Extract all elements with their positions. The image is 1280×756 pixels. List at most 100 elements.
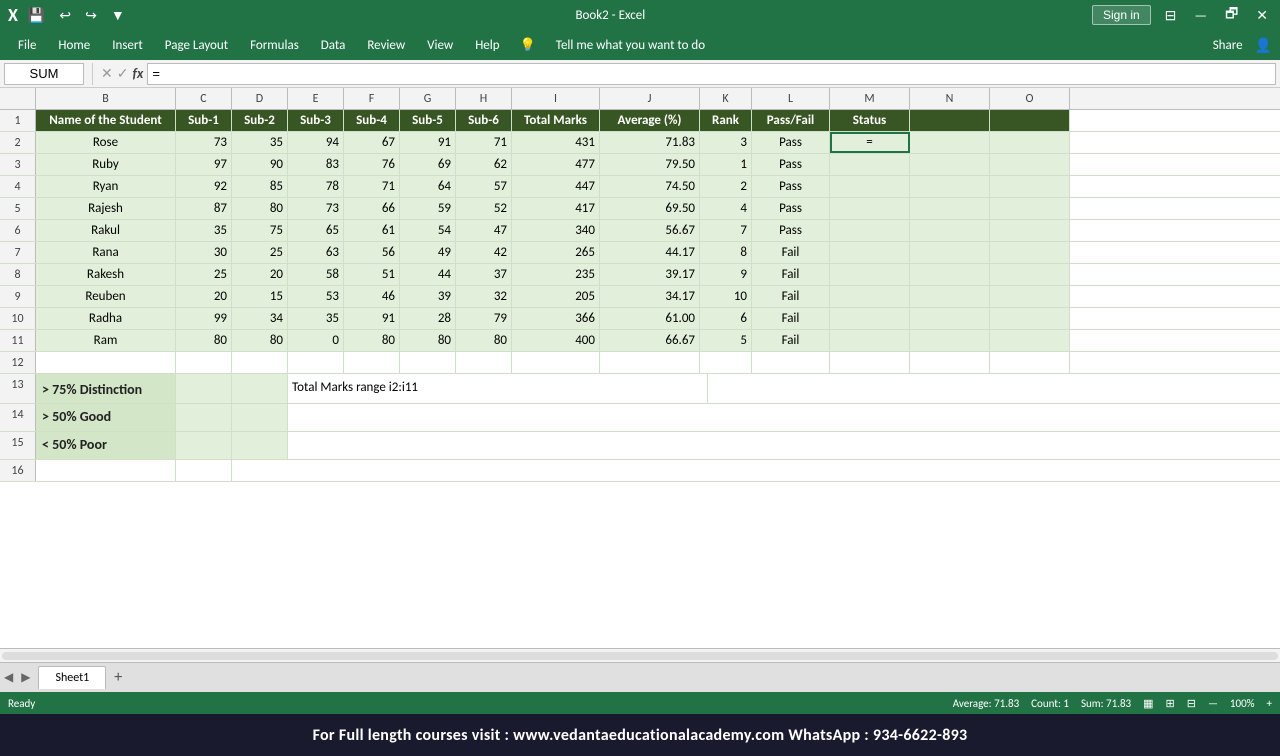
cell-i2[interactable]: 431 bbox=[512, 132, 600, 153]
cell-m11[interactable] bbox=[830, 330, 910, 351]
cell-l7[interactable]: Fail bbox=[752, 242, 830, 263]
cell-m10[interactable] bbox=[830, 308, 910, 329]
cell-b7[interactable]: Rana bbox=[36, 242, 176, 263]
cell-b6[interactable]: Rakul bbox=[36, 220, 176, 241]
cell-e1[interactable]: Sub-3 bbox=[288, 110, 344, 131]
cell-c6[interactable]: 35 bbox=[176, 220, 232, 241]
cell-e5[interactable]: 73 bbox=[288, 198, 344, 219]
cell-i5[interactable]: 417 bbox=[512, 198, 600, 219]
cell-l3[interactable]: Pass bbox=[752, 154, 830, 175]
cell-c11[interactable]: 80 bbox=[176, 330, 232, 351]
cell-j8[interactable]: 39.17 bbox=[600, 264, 700, 285]
cell-l9[interactable]: Fail bbox=[752, 286, 830, 307]
formula-confirm-icon[interactable]: ✓ bbox=[117, 65, 129, 82]
cell-o9[interactable] bbox=[990, 286, 1070, 307]
cell-f2[interactable]: 67 bbox=[344, 132, 400, 153]
cell-e2[interactable]: 94 bbox=[288, 132, 344, 153]
cell-b5[interactable]: Rajesh bbox=[36, 198, 176, 219]
cell-o12[interactable] bbox=[990, 352, 1070, 373]
cell-k11[interactable]: 5 bbox=[700, 330, 752, 351]
tab-nav-right[interactable]: ▶ bbox=[21, 670, 30, 685]
cell-g3[interactable]: 69 bbox=[400, 154, 456, 175]
cell-k12[interactable] bbox=[700, 352, 752, 373]
menu-help[interactable]: Help bbox=[465, 34, 509, 57]
menu-review[interactable]: Review bbox=[357, 34, 415, 57]
cell-l8[interactable]: Fail bbox=[752, 264, 830, 285]
cell-k4[interactable]: 2 bbox=[700, 176, 752, 197]
cell-b2[interactable]: Rose bbox=[36, 132, 176, 153]
col-header-h[interactable]: H bbox=[456, 88, 512, 109]
cell-g4[interactable]: 64 bbox=[400, 176, 456, 197]
cell-d4[interactable]: 85 bbox=[232, 176, 288, 197]
cell-l5[interactable]: Pass bbox=[752, 198, 830, 219]
col-header-j[interactable]: J bbox=[600, 88, 700, 109]
cell-k9[interactable]: 10 bbox=[700, 286, 752, 307]
cell-m9[interactable] bbox=[830, 286, 910, 307]
formula-fx-icon[interactable]: fx bbox=[132, 65, 143, 82]
cell-o11[interactable] bbox=[990, 330, 1070, 351]
cell-h6[interactable]: 47 bbox=[456, 220, 512, 241]
cell-g1[interactable]: Sub-5 bbox=[400, 110, 456, 131]
cell-c2[interactable]: 73 bbox=[176, 132, 232, 153]
cell-o1[interactable] bbox=[990, 110, 1070, 131]
cell-e6[interactable]: 65 bbox=[288, 220, 344, 241]
cell-i12[interactable] bbox=[512, 352, 600, 373]
menu-home[interactable]: Home bbox=[48, 34, 100, 57]
cell-j1[interactable]: Average (%) bbox=[600, 110, 700, 131]
cell-c8[interactable]: 25 bbox=[176, 264, 232, 285]
cell-c1[interactable]: Sub-1 bbox=[176, 110, 232, 131]
cell-b4[interactable]: Ryan bbox=[36, 176, 176, 197]
cell-e11[interactable]: 0 bbox=[288, 330, 344, 351]
cell-d10[interactable]: 34 bbox=[232, 308, 288, 329]
col-header-l[interactable]: L bbox=[752, 88, 830, 109]
cell-i10[interactable]: 366 bbox=[512, 308, 600, 329]
cell-e8[interactable]: 58 bbox=[288, 264, 344, 285]
cell-f8[interactable]: 51 bbox=[344, 264, 400, 285]
col-header-k[interactable]: K bbox=[700, 88, 752, 109]
cell-c3[interactable]: 97 bbox=[176, 154, 232, 175]
cell-b1[interactable]: Name of the Student bbox=[36, 110, 176, 131]
cell-e10[interactable]: 35 bbox=[288, 308, 344, 329]
cell-m8[interactable] bbox=[830, 264, 910, 285]
cell-l11[interactable]: Fail bbox=[752, 330, 830, 351]
cell-i9[interactable]: 205 bbox=[512, 286, 600, 307]
cell-n2[interactable] bbox=[910, 132, 990, 153]
cell-g7[interactable]: 49 bbox=[400, 242, 456, 263]
menu-page-layout[interactable]: Page Layout bbox=[155, 34, 238, 57]
cell-d11[interactable]: 80 bbox=[232, 330, 288, 351]
cell-c9[interactable]: 20 bbox=[176, 286, 232, 307]
cell-n11[interactable] bbox=[910, 330, 990, 351]
menu-tell-me[interactable]: Tell me what you want to do bbox=[546, 34, 1201, 57]
cell-h5[interactable]: 52 bbox=[456, 198, 512, 219]
view-layout-icon[interactable]: ⊞ bbox=[1166, 697, 1175, 710]
cell-m12[interactable] bbox=[830, 352, 910, 373]
cell-i7[interactable]: 265 bbox=[512, 242, 600, 263]
formula-input[interactable] bbox=[147, 63, 1276, 85]
signin-button[interactable]: Sign in bbox=[1092, 5, 1151, 25]
cell-m4[interactable] bbox=[830, 176, 910, 197]
cell-b11[interactable]: Ram bbox=[36, 330, 176, 351]
cell-n8[interactable] bbox=[910, 264, 990, 285]
cell-b8[interactable]: Rakesh bbox=[36, 264, 176, 285]
cell-k8[interactable]: 9 bbox=[700, 264, 752, 285]
cell-l1[interactable]: Pass/Fail bbox=[752, 110, 830, 131]
save-icon[interactable]: 💾 bbox=[24, 7, 49, 24]
cell-f4[interactable]: 71 bbox=[344, 176, 400, 197]
ribbon-display-icon[interactable]: ⊟ bbox=[1161, 7, 1181, 24]
cell-l6[interactable]: Pass bbox=[752, 220, 830, 241]
undo-icon[interactable]: ↩ bbox=[55, 7, 75, 24]
cell-o8[interactable] bbox=[990, 264, 1070, 285]
cell-e12[interactable] bbox=[288, 352, 344, 373]
cell-f6[interactable]: 61 bbox=[344, 220, 400, 241]
cell-g9[interactable]: 39 bbox=[400, 286, 456, 307]
cell-d1[interactable]: Sub-2 bbox=[232, 110, 288, 131]
cell-d9[interactable]: 15 bbox=[232, 286, 288, 307]
cell-g8[interactable]: 44 bbox=[400, 264, 456, 285]
cell-k6[interactable]: 7 bbox=[700, 220, 752, 241]
cell-c10[interactable]: 99 bbox=[176, 308, 232, 329]
cell-c4[interactable]: 92 bbox=[176, 176, 232, 197]
cell-m2[interactable]: = bbox=[830, 132, 910, 153]
cell-i6[interactable]: 340 bbox=[512, 220, 600, 241]
cell-o6[interactable] bbox=[990, 220, 1070, 241]
cell-j10[interactable]: 61.00 bbox=[600, 308, 700, 329]
